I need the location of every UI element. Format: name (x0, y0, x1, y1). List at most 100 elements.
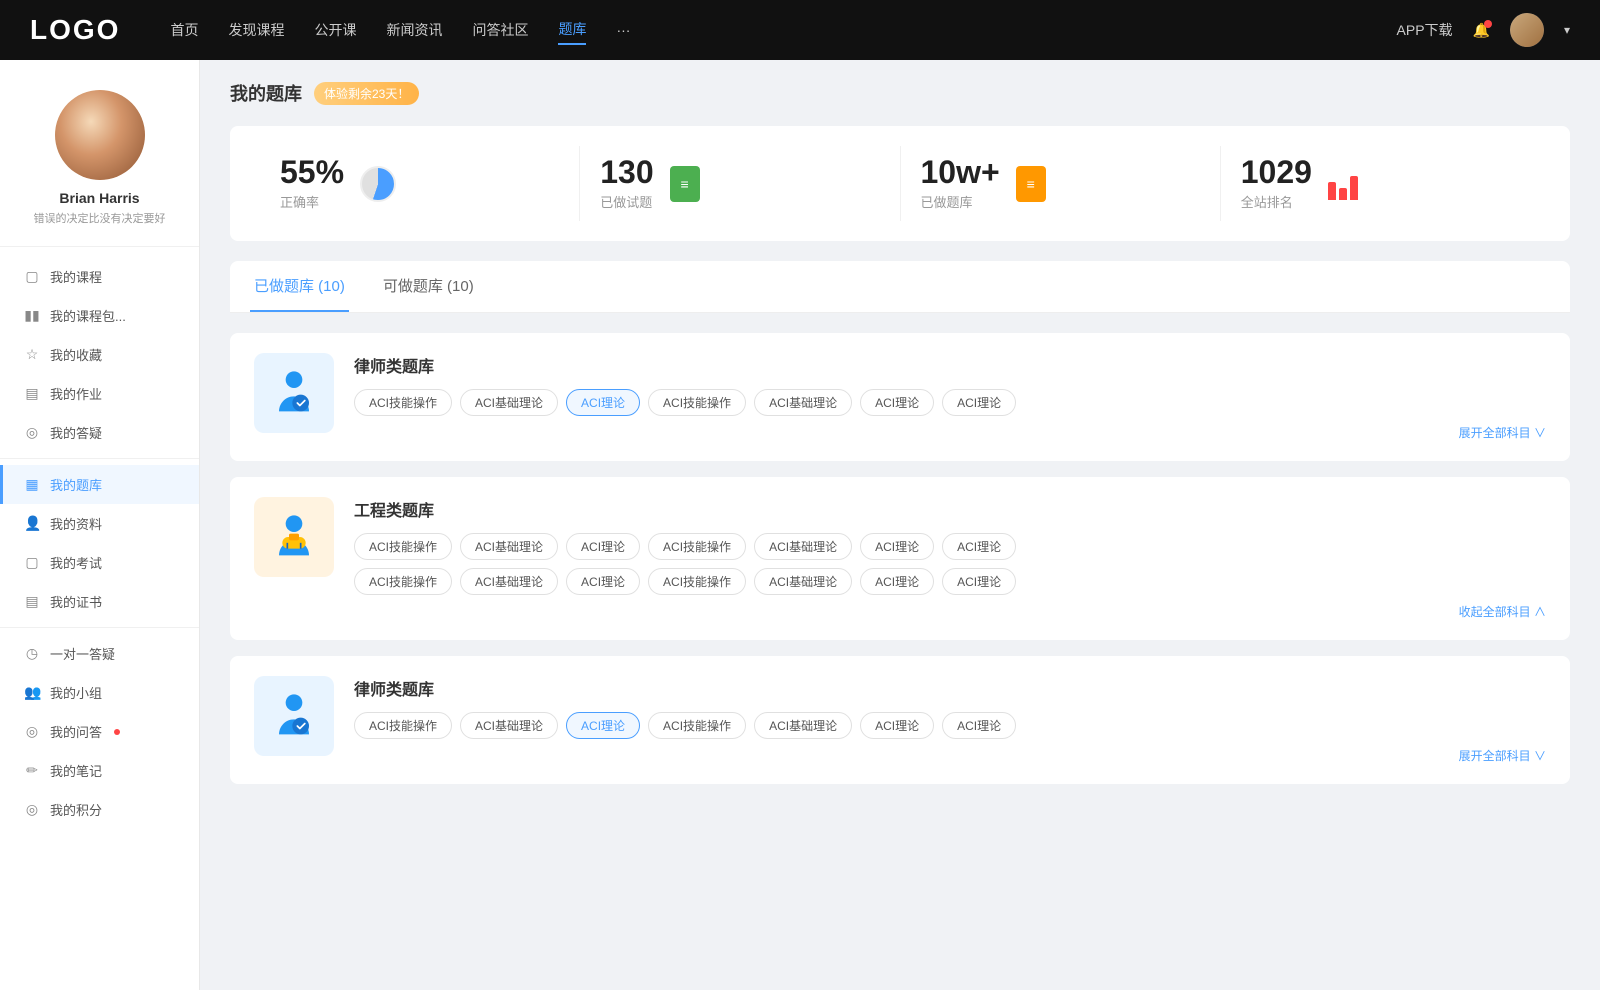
sidebar-item-my-data[interactable]: 👤 我的资料 (0, 504, 199, 543)
app-download-button[interactable]: APP下载 (1397, 20, 1453, 40)
tag-3-6[interactable]: ACI理论 (860, 712, 934, 739)
tag-1-3[interactable]: ACI理论 (566, 389, 640, 416)
tag-1-1[interactable]: ACI技能操作 (354, 389, 452, 416)
questions-notification-dot (114, 729, 120, 735)
my-data-icon: 👤 (24, 515, 40, 532)
tag-1-6[interactable]: ACI理论 (860, 389, 934, 416)
tab-done-banks[interactable]: 已做题库 (10) (250, 261, 349, 312)
sidebar-item-certificate[interactable]: ▤ 我的证书 (0, 582, 199, 621)
sidebar-label-qa: 我的答疑 (50, 423, 102, 442)
tag-3-5[interactable]: ACI基础理论 (754, 712, 852, 739)
stat-done-questions-label: 已做试题 (600, 192, 653, 211)
qbank-title-3: 律师类题库 (354, 676, 1546, 700)
stat-ranking-value: 1029 (1241, 156, 1312, 188)
expand-link-1[interactable]: 展开全部科目 ∨ (354, 424, 1546, 441)
tag-2-5[interactable]: ACI基础理论 (754, 533, 852, 560)
group-icon: 👥 (24, 684, 40, 701)
sidebar-menu: ▢ 我的课程 ▮▮ 我的课程包... ☆ 我的收藏 ▤ 我的作业 ◎ 我的答疑 … (0, 257, 199, 829)
favorites-icon: ☆ (24, 346, 40, 363)
tag-3-7[interactable]: ACI理论 (942, 712, 1016, 739)
qbank-info-3: 律师类题库 ACI技能操作 ACI基础理论 ACI理论 ACI技能操作 ACI基… (354, 676, 1546, 764)
sidebar-item-notes[interactable]: ✏ 我的笔记 (0, 751, 199, 790)
sidebar-item-one-on-one[interactable]: ◷ 一对一答疑 (0, 634, 199, 673)
certificate-icon: ▤ (24, 593, 40, 610)
tag-1-2[interactable]: ACI基础理论 (460, 389, 558, 416)
sidebar-item-my-qbank[interactable]: ▦ 我的题库 (0, 465, 199, 504)
stat-done-banks-value: 10w+ (921, 156, 1000, 188)
collapse-link-2[interactable]: 收起全部科目 ∧ (354, 603, 1546, 620)
course-package-icon: ▮▮ (24, 307, 40, 324)
stat-ranking-label: 全站排名 (1241, 192, 1312, 211)
sidebar-item-qa[interactable]: ◎ 我的答疑 (0, 413, 199, 452)
tag-2-6[interactable]: ACI理论 (860, 533, 934, 560)
tag-3-3[interactable]: ACI理论 (566, 712, 640, 739)
tag-3-1[interactable]: ACI技能操作 (354, 712, 452, 739)
user-avatar[interactable] (1510, 13, 1544, 47)
qbank-info-2: 工程类题库 ACI技能操作 ACI基础理论 ACI理论 ACI技能操作 ACI基… (354, 497, 1546, 620)
tag-2b-2[interactable]: ACI基础理论 (460, 568, 558, 595)
sidebar-item-favorites[interactable]: ☆ 我的收藏 (0, 335, 199, 374)
user-dropdown-caret[interactable]: ▾ (1564, 23, 1570, 37)
sidebar-item-group[interactable]: 👥 我的小组 (0, 673, 199, 712)
trial-badge: 体验剩余23天！ (314, 82, 419, 105)
sidebar-item-course-package[interactable]: ▮▮ 我的课程包... (0, 296, 199, 335)
qbank-card-3: 律师类题库 ACI技能操作 ACI基础理论 ACI理论 ACI技能操作 ACI基… (230, 656, 1570, 784)
page-header: 我的题库 体验剩余23天！ (230, 80, 1570, 106)
sidebar-item-homework[interactable]: ▤ 我的作业 (0, 374, 199, 413)
profile-avatar (55, 90, 145, 180)
nav-home[interactable]: 首页 (170, 16, 198, 44)
sidebar-label-my-exam: 我的考试 (50, 553, 102, 572)
lawyer-icon-3 (269, 689, 319, 743)
nav-news[interactable]: 新闻资讯 (386, 16, 442, 44)
tag-3-2[interactable]: ACI基础理论 (460, 712, 558, 739)
lawyer-icon-1 (269, 366, 319, 420)
tag-2b-5[interactable]: ACI基础理论 (754, 568, 852, 595)
qbank-card-2: 工程类题库 ACI技能操作 ACI基础理论 ACI理论 ACI技能操作 ACI基… (230, 477, 1570, 640)
tab-available-banks[interactable]: 可做题库 (10) (379, 261, 478, 312)
tag-1-7[interactable]: ACI理论 (942, 389, 1016, 416)
avatar-image (1510, 13, 1544, 47)
stats-row: 55% 正确率 130 已做试题 10w+ 已做题库 (230, 126, 1570, 241)
sidebar-label-group: 我的小组 (50, 683, 102, 702)
sidebar-item-my-questions[interactable]: ◎ 我的问答 (0, 712, 199, 751)
nav-qa[interactable]: 问答社区 (472, 16, 528, 44)
my-exam-icon: ▢ (24, 554, 40, 571)
sidebar-item-my-course[interactable]: ▢ 我的课程 (0, 257, 199, 296)
tag-2-3[interactable]: ACI理论 (566, 533, 640, 560)
nav-right: APP下载 🔔 ▾ (1397, 13, 1570, 47)
qbank-icon-wrap-2 (254, 497, 334, 577)
nav-discover[interactable]: 发现课程 (228, 16, 284, 44)
notification-bell[interactable]: 🔔 (1473, 22, 1490, 39)
tag-2b-4[interactable]: ACI技能操作 (648, 568, 746, 595)
tabs-row: 已做题库 (10) 可做题库 (10) (230, 261, 1570, 313)
expand-link-3[interactable]: 展开全部科目 ∨ (354, 747, 1546, 764)
qbank-card-1: 律师类题库 ACI技能操作 ACI基础理论 ACI理论 ACI技能操作 ACI基… (230, 333, 1570, 461)
stat-accuracy: 55% 正确率 (260, 146, 580, 221)
sidebar-item-my-exam[interactable]: ▢ 我的考试 (0, 543, 199, 582)
tag-2-7[interactable]: ACI理论 (942, 533, 1016, 560)
tag-1-5[interactable]: ACI基础理论 (754, 389, 852, 416)
tag-2b-3[interactable]: ACI理论 (566, 568, 640, 595)
sidebar-label-my-qbank: 我的题库 (50, 475, 102, 494)
sidebar-label-my-course: 我的课程 (50, 267, 102, 286)
main-content: 我的题库 体验剩余23天！ 55% 正确率 130 已做试题 (200, 60, 1600, 990)
tag-2-1[interactable]: ACI技能操作 (354, 533, 452, 560)
tag-2-4[interactable]: ACI技能操作 (648, 533, 746, 560)
qbank-icon-wrap-3 (254, 676, 334, 756)
nav-qbank[interactable]: 题库 (558, 15, 586, 45)
qbank-info-1: 律师类题库 ACI技能操作 ACI基础理论 ACI理论 ACI技能操作 ACI基… (354, 353, 1546, 441)
tag-2-2[interactable]: ACI基础理论 (460, 533, 558, 560)
tag-1-4[interactable]: ACI技能操作 (648, 389, 746, 416)
points-icon: ◎ (24, 801, 40, 818)
tag-2b-7[interactable]: ACI理论 (942, 568, 1016, 595)
nav-open-course[interactable]: 公开课 (314, 16, 356, 44)
qbank-title-1: 律师类题库 (354, 353, 1546, 377)
tag-2b-1[interactable]: ACI技能操作 (354, 568, 452, 595)
my-qbank-icon: ▦ (24, 476, 40, 493)
tag-3-4[interactable]: ACI技能操作 (648, 712, 746, 739)
tag-2b-6[interactable]: ACI理论 (860, 568, 934, 595)
profile-name: Brian Harris (20, 190, 179, 206)
sidebar-item-points[interactable]: ◎ 我的积分 (0, 790, 199, 829)
nav-more[interactable]: ··· (616, 18, 630, 42)
stat-done-questions: 130 已做试题 (580, 146, 900, 221)
